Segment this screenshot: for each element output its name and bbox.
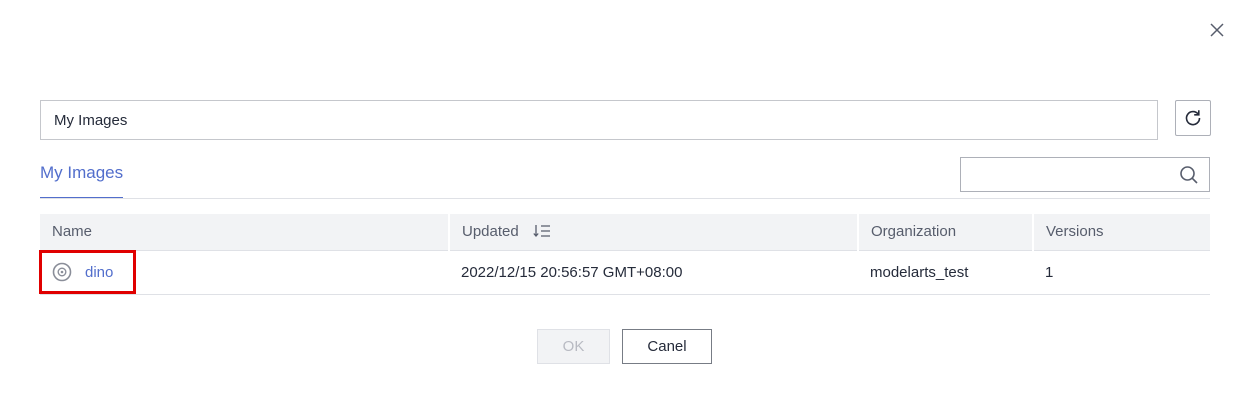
image-icon bbox=[52, 262, 72, 282]
tab-divider bbox=[40, 198, 1210, 199]
image-name-link[interactable]: dino bbox=[85, 264, 113, 281]
search-input[interactable] bbox=[961, 158, 1171, 191]
search-icon[interactable] bbox=[1178, 164, 1200, 186]
image-source-value: My Images bbox=[54, 111, 128, 129]
search-field[interactable] bbox=[960, 157, 1210, 192]
refresh-button[interactable] bbox=[1175, 100, 1211, 136]
column-header-versions: Versions bbox=[1032, 214, 1210, 251]
cancel-button[interactable]: Canel bbox=[622, 329, 712, 364]
cell-updated: 2022/12/15 20:56:57 GMT+08:00 bbox=[449, 250, 858, 295]
cell-organization: modelarts_test bbox=[858, 250, 1033, 295]
column-header-organization: Organization bbox=[857, 214, 1033, 251]
close-button[interactable] bbox=[1206, 19, 1228, 41]
image-source-select[interactable]: My Images bbox=[40, 100, 1158, 140]
column-header-updated[interactable]: Updated bbox=[448, 214, 858, 251]
cell-versions: 1 bbox=[1033, 250, 1210, 295]
select-image-dialog: My Images My Images Name Updated Organiz… bbox=[0, 0, 1249, 402]
table-row[interactable]: dino 2022/12/15 20:56:57 GMT+08:00 model… bbox=[40, 250, 1210, 295]
table-header-row: Name Updated Organization Versions bbox=[40, 214, 1210, 251]
images-table: Name Updated Organization Versions dino … bbox=[40, 214, 1210, 295]
tab-label: My Images bbox=[40, 163, 124, 182]
close-icon bbox=[1210, 23, 1224, 37]
refresh-icon bbox=[1185, 110, 1201, 126]
column-header-name: Name bbox=[40, 214, 449, 251]
sort-descending-icon[interactable] bbox=[533, 223, 551, 239]
ok-button[interactable]: OK bbox=[537, 329, 610, 364]
tab-my-images[interactable]: My Images bbox=[40, 160, 124, 199]
cell-name: dino bbox=[40, 250, 449, 295]
